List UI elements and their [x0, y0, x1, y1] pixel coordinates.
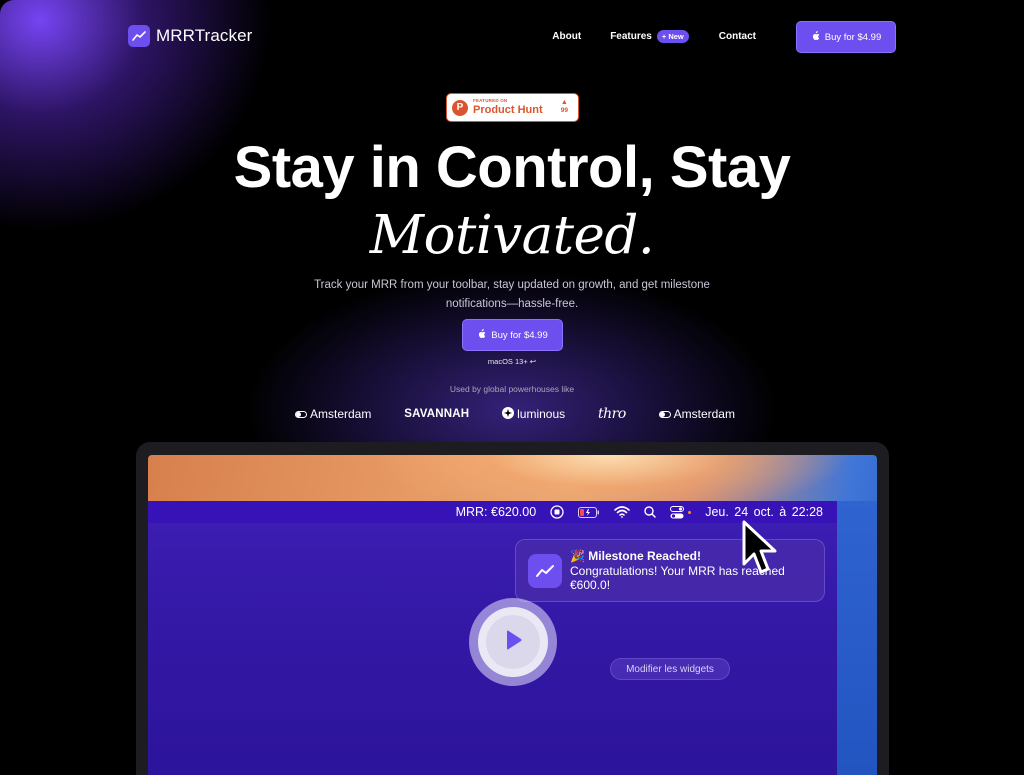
brand-logo: Amsterdam: [658, 407, 735, 421]
trend-up-icon: [528, 554, 562, 588]
hero-subtitle: Track your MRR from your toolbar, stay u…: [314, 279, 710, 310]
notification-title: 🎉 Milestone Reached!: [570, 549, 701, 563]
toggle-icon: [658, 407, 671, 421]
nav-buy-button[interactable]: Buy for $4.99: [796, 21, 896, 53]
apple-icon: [477, 328, 486, 342]
nav-features-item[interactable]: Features + New: [610, 30, 689, 43]
status-dot: [688, 510, 692, 514]
nav-features-link[interactable]: Features: [610, 31, 652, 42]
new-badge: + New: [656, 30, 689, 43]
hero-buy-button[interactable]: Buy for $4.99: [462, 319, 563, 351]
record-icon[interactable]: [550, 505, 564, 519]
wallpaper-edge: [837, 501, 877, 775]
brand-logo: thro: [598, 406, 626, 422]
product-hunt-badge[interactable]: P FEATURED ON Product Hunt ▲ 99: [446, 93, 579, 122]
nav-contact-link[interactable]: Contact: [719, 31, 756, 42]
logo[interactable]: MRRTracker: [128, 25, 252, 47]
macos-menu-bar: MRR: €620.00 Jeu. 24 oct. à 22:28: [148, 501, 837, 523]
brand-logo: SAVANNAH: [404, 408, 470, 420]
nav-buy-label: Buy for $4.99: [824, 31, 882, 43]
logo-text: MRRTracker: [156, 26, 253, 45]
landing-page: MRRTracker About Features + New Contact …: [0, 0, 1024, 775]
sparkle-circle-icon: [502, 406, 515, 422]
hero-buy-label: Buy for $4.99: [491, 329, 548, 341]
ph-vote-count: 99: [560, 107, 568, 114]
play-icon: [503, 629, 523, 656]
macos-requirement: macOS 13+ ↩: [487, 357, 537, 366]
apple-icon: [811, 30, 820, 44]
used-by-caption: Used by global powerhouses like: [449, 384, 575, 394]
top-nav: MRRTracker About Features + New Contact …: [128, 21, 896, 53]
play-video-button[interactable]: [469, 598, 557, 686]
brand-logo: Amsterdam: [295, 407, 371, 421]
trend-up-icon: [128, 25, 150, 47]
brand-logo: luminous: [502, 406, 565, 422]
upvote-icon: ▲: [560, 99, 568, 106]
mouse-cursor-icon: [742, 520, 777, 574]
product-hunt-icon: P: [452, 99, 468, 116]
wifi-icon[interactable]: [614, 506, 630, 518]
brand-logos: Amsterdam SAVANNAH luminous thro Amsterd…: [295, 404, 735, 424]
menubar-date[interactable]: Jeu. 24 oct. à 22:28: [705, 505, 823, 519]
toggle-icon: [295, 407, 307, 421]
menubar-mrr[interactable]: MRR: €620.00: [456, 505, 537, 519]
nav-links: About Features + New Contact: [552, 30, 756, 43]
nav-about-link[interactable]: About: [552, 31, 581, 42]
ph-name: Product Hunt: [473, 103, 543, 116]
battery-icon[interactable]: [578, 506, 600, 518]
hero-title: Stay in Control, Stay: [233, 135, 791, 200]
hero-title-accent: Motivated.: [369, 205, 655, 266]
search-icon[interactable]: [644, 506, 656, 518]
edit-widgets-button[interactable]: Modifier les widgets: [610, 658, 730, 680]
control-center-icon[interactable]: [670, 505, 685, 519]
